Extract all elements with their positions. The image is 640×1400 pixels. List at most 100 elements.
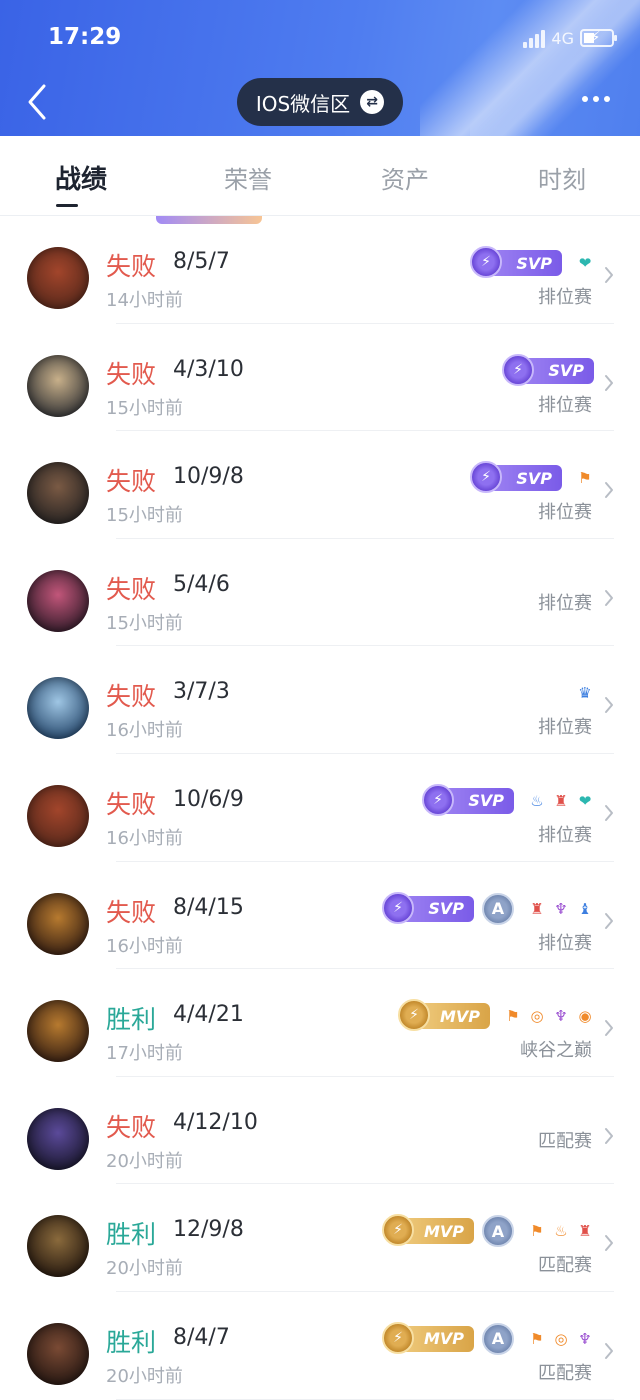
orange-flag-icon: ⚑ xyxy=(578,469,592,488)
chevron-right-icon xyxy=(605,912,613,929)
match-row[interactable]: 失败 4/12/10 20小时前 匹配赛 xyxy=(0,1077,640,1185)
achievement-icons: ⚑ xyxy=(576,469,594,487)
match-time: 16小时前 xyxy=(106,935,183,957)
server-label: IOS微信区 xyxy=(255,91,351,116)
hero-avatar xyxy=(27,1000,89,1063)
status-indicators: 4G ⚡ xyxy=(523,26,617,50)
red-tower-icon: ♜ xyxy=(530,899,544,918)
server-switch-button[interactable]: IOS微信区 ⇄ xyxy=(237,78,403,126)
match-mode: 排位赛 xyxy=(538,394,592,416)
match-time: 16小时前 xyxy=(106,720,183,742)
match-kda: 4/3/10 xyxy=(173,356,244,382)
match-row[interactable]: 失败 8/5/7 14小时前 排位赛 ⚡ SVP ❤ xyxy=(0,216,640,324)
svp-label: SVP xyxy=(468,791,504,811)
match-result: 失败 xyxy=(106,574,157,604)
match-time: 20小时前 xyxy=(106,1258,183,1280)
more-icon[interactable] xyxy=(582,96,610,102)
hero-avatar xyxy=(27,462,89,525)
achievement-icons: ♛ xyxy=(576,684,594,702)
hero-avatar xyxy=(27,784,89,847)
gold-coins-icon: ◎ xyxy=(530,1007,544,1026)
match-badges: ⚡ SVP ⚑ xyxy=(470,461,594,494)
match-kda: 4/4/21 xyxy=(173,1002,244,1028)
svp-badge: ⚡ SVP xyxy=(470,246,562,278)
tab-moments[interactable]: 时刻 xyxy=(538,160,586,195)
match-row[interactable]: 失败 4/3/10 15小时前 排位赛 ⚡ SVP xyxy=(0,324,640,432)
match-mode: 排位赛 xyxy=(538,592,592,614)
match-kda: 5/4/6 xyxy=(173,571,230,597)
match-result: 失败 xyxy=(106,897,157,927)
chevron-right-icon xyxy=(605,267,613,283)
achievement-icons: ⚑ ◎ ♆ xyxy=(528,1330,594,1348)
purple-demon-icon: ♆ xyxy=(554,899,568,918)
match-mode: 排位赛 xyxy=(538,932,592,954)
match-kda: 10/6/9 xyxy=(173,786,244,812)
achievement-icons: ❤ xyxy=(576,254,594,272)
match-row[interactable]: 失败 10/9/8 15小时前 排位赛 ⚡ SVP ⚑ xyxy=(0,431,640,539)
orange-flag-icon: ⚑ xyxy=(506,1007,520,1026)
match-row[interactable]: 胜利 4/4/21 17小时前 峡谷之巅 ⚡ MVP ⚑ ◎ ♆ ◉ xyxy=(0,969,640,1077)
match-time: 15小时前 xyxy=(106,397,183,419)
achievement-icons: ♜ ♆ ♝ xyxy=(528,900,594,918)
match-time: 20小时前 xyxy=(106,1150,183,1172)
battery-icon: ⚡ xyxy=(580,28,617,47)
match-badges: ⚡ SVP ♨ ♜ ❤ xyxy=(422,783,594,816)
match-row[interactable]: 失败 3/7/3 16小时前 排位赛 ♛ xyxy=(0,646,640,754)
match-badges: ⚡ MVP A ⚑ ♨ ♜ xyxy=(382,1214,594,1248)
svp-badge: ⚡ SVP xyxy=(502,353,594,386)
hero-avatar xyxy=(27,569,89,632)
tab-bar: 战绩 荣誉 资产 时刻 xyxy=(0,136,640,216)
match-mode: 排位赛 xyxy=(538,287,592,308)
hero-avatar xyxy=(27,1107,89,1170)
achievement-icons: ♨ ♜ ❤ xyxy=(528,792,594,810)
back-icon[interactable] xyxy=(24,82,52,122)
match-badges: ⚡ SVP A ♜ ♆ ♝ xyxy=(382,891,594,925)
mvp-emblem-icon: ⚡ xyxy=(398,999,430,1032)
grade-a-badge: A xyxy=(482,1215,514,1248)
match-badges: ⚡ SVP xyxy=(502,353,594,386)
match-result: 失败 xyxy=(106,789,157,819)
achievement-icons: ⚑ ◎ ♆ ◉ xyxy=(504,1007,594,1025)
match-row[interactable]: 失败 8/4/15 16小时前 排位赛 ⚡ SVP A ♜ ♆ ♝ xyxy=(0,862,640,970)
match-badges: ⚡ MVP A ⚑ ◎ ♆ xyxy=(382,1321,594,1355)
signal-icon xyxy=(523,28,546,48)
orange-flag-icon: ⚑ xyxy=(530,1222,544,1241)
tab-record[interactable]: 战绩 xyxy=(55,159,107,196)
red-tower-icon: ♜ xyxy=(554,791,568,810)
mvp-badge: ⚡ MVP xyxy=(382,1321,474,1354)
blue-flame-icon: ♨ xyxy=(530,791,544,810)
svp-emblem-icon: ⚡ xyxy=(502,353,534,386)
hero-avatar xyxy=(27,1322,89,1385)
header-decoration xyxy=(470,0,640,136)
match-time: 20小时前 xyxy=(106,1365,183,1387)
chevron-right-icon xyxy=(605,1127,613,1144)
teal-heart-icon: ❤ xyxy=(578,791,592,810)
match-row[interactable]: 胜利 8/4/7 20小时前 匹配赛 ⚡ MVP A ⚑ ◎ ♆ xyxy=(0,1292,640,1400)
red-tower-icon: ♜ xyxy=(578,1222,592,1241)
tab-honor[interactable]: 荣誉 xyxy=(224,160,272,195)
match-row[interactable]: 失败 10/6/9 16小时前 排位赛 ⚡ SVP ♨ ♜ ❤ xyxy=(0,754,640,862)
svp-label: SVP xyxy=(516,468,552,488)
match-kda: 12/9/8 xyxy=(173,1217,244,1243)
match-mode: 匹配赛 xyxy=(538,1362,592,1384)
chevron-right-icon xyxy=(605,804,613,821)
tab-indicator xyxy=(56,204,78,207)
svp-emblem-icon: ⚡ xyxy=(422,783,454,816)
match-row[interactable]: 失败 5/4/6 15小时前 排位赛 xyxy=(0,539,640,647)
mvp-emblem-icon: ⚡ xyxy=(382,1321,414,1354)
hero-avatar xyxy=(27,1215,89,1278)
hero-avatar xyxy=(27,354,89,417)
orange-fire-icon: ♨ xyxy=(554,1222,568,1241)
achievement-icons: ⚑ ♨ ♜ xyxy=(528,1222,594,1240)
chevron-right-icon xyxy=(605,1020,613,1037)
chevron-right-icon xyxy=(605,482,613,499)
chevron-right-icon xyxy=(605,589,613,606)
match-kda: 4/12/10 xyxy=(173,1109,258,1135)
hero-avatar xyxy=(27,247,89,309)
match-result: 失败 xyxy=(106,252,157,281)
svp-emblem-icon: ⚡ xyxy=(470,461,502,494)
tab-assets[interactable]: 资产 xyxy=(381,160,429,195)
match-result: 失败 xyxy=(106,1112,157,1142)
mvp-label: MVP xyxy=(439,1006,480,1026)
match-row[interactable]: 胜利 12/9/8 20小时前 匹配赛 ⚡ MVP A ⚑ ♨ ♜ xyxy=(0,1184,640,1292)
